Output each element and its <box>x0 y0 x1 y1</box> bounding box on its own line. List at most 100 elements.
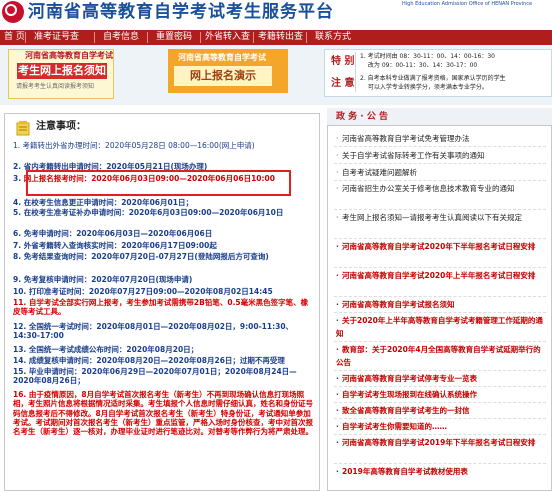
news-item[interactable]: · 河南省高等教育自学考试2020年下半年报名考试日程安排 <box>336 240 548 253</box>
notice-item-num: 15. <box>13 367 27 376</box>
nav-contact[interactable]: 联系方式 <box>315 30 351 45</box>
news-item[interactable]: · 河南省高等教育自学考试2020年上半年报名考试日程安排 <box>336 269 548 282</box>
notice-item-text: 全国统一考试时间：2020年08月01日—2020年08月02日，9:00-11… <box>13 322 294 341</box>
nav-separator <box>306 32 307 43</box>
special-notice-line: 2. 自考本科专业做满了报考资格，国家承认学历的学生 <box>360 75 506 82</box>
notice-item-num: 14. <box>13 356 27 365</box>
notice-item-num: 8. <box>13 252 22 261</box>
notice-title: 注意事项： <box>36 121 86 132</box>
notice-item-text: 在校考生信息更正申请时间：2020年06月01日； <box>23 198 193 207</box>
news-item-link[interactable]: 河南省高等教育自学考试停考专业一览表 <box>342 374 477 383</box>
notice-item: 11. 自学考试全部实行网上报考，考生参加考试需携带2B铅笔、0.5毫米黑色签字… <box>13 298 313 317</box>
news-item-link[interactable]: 2019年高等教育自学考试教材使用表 <box>342 467 468 476</box>
nav-transfer-out[interactable]: 考籍转出查 <box>258 30 303 45</box>
news-item-link[interactable]: 河南省招生办公室关于修考信息技术教育专业的通知 <box>342 184 515 193</box>
notice-item-num: 2. <box>13 162 22 171</box>
news-item-link[interactable]: 河南省高等教育自学考试2019年下半年报名考试日程安排 <box>342 438 535 447</box>
notice-item-num: 9. <box>13 275 22 284</box>
news-item-link[interactable]: 河南省高等教育自学考试免考管理办法 <box>342 134 470 143</box>
nav-admission-number[interactable]: 准考证号查 <box>34 30 79 45</box>
news-item[interactable]: · 自考考试疑难问题解析 <box>336 166 548 179</box>
notice-item-text: 全国统一考试成绩公布时间：2020年08月20日； <box>28 345 199 354</box>
news-item[interactable]: · 致全省高等教育自学考试考生的一封信 <box>336 404 548 417</box>
notice-item-text: 在校考生准考证补办申请时间：2020年6月03日09:00—2020年06月10… <box>23 208 284 217</box>
news-item[interactable]: · 关于自学考试省际转考工作有关事项的通知 <box>336 149 548 162</box>
news-item-link[interactable]: 关于自学考试省际转考工作有关事项的通知 <box>342 151 485 160</box>
news-item-link[interactable]: 关于2020年上半年高等教育自学考试考籍管理工作延期的通知 <box>336 316 543 338</box>
news-item[interactable]: · 自学考试考生你需要知道的…… <box>336 420 548 433</box>
nav-reset-password[interactable]: 重置密码 <box>156 30 192 45</box>
notice-item-num: 5. <box>13 208 22 217</box>
registration-notice-main[interactable]: 考生网上报名须知 <box>17 63 107 79</box>
notice-item-num: 12. <box>13 322 27 331</box>
news-item-link[interactable]: 致全省高等教育自学考试考生的一封信 <box>342 406 470 415</box>
news-item-link[interactable]: 自学考试考生你需要知道的…… <box>342 422 447 431</box>
news-divider <box>334 163 546 165</box>
site-logo-ring <box>5 4 17 16</box>
news-item[interactable]: · 河南省高等教育自学考试停考专业一览表 <box>336 372 548 385</box>
notice-item-num: 13. <box>13 345 27 354</box>
notice-item-num: 16. <box>13 390 27 399</box>
news-item-link[interactable]: 考生网上报名须知—请报考考生认真阅读以下有关规定 <box>342 213 522 222</box>
notice-item: 7. 外省考籍转入查询核实时间：2020年06月17日09:00起 <box>13 241 313 250</box>
nav-separator <box>25 32 26 43</box>
notice-item: 4. 在校考生信息更正申请时间：2020年06月01日； <box>13 198 313 207</box>
notice-item-text: 免考结果查询时间：2020年07月20日-07月27日(登陆网报后方可查询) <box>23 252 269 261</box>
notice-item-num: 7. <box>13 241 22 250</box>
notice-item: 6. 免考申请时间：2020年06月03日—2020年06月06日 <box>13 229 313 238</box>
news-item[interactable]: · 河南省招生办公室关于修考信息技术教育专业的通知 <box>336 182 548 195</box>
site-subtitle-en: High Education Admission Office of HENAN… <box>402 1 533 7</box>
news-item-link[interactable]: 教育部：关于2020年4月全国高等教育自学考试延期举行的公告 <box>336 345 541 367</box>
notice-item: 16. 由于疫情原因，8月自学考试首次报名考生（新考生）不再到现场确认信息打现场… <box>13 390 313 436</box>
notice-item: 13. 全国统一考试成绩公布时间：2020年08月20日； <box>13 345 313 354</box>
registration-notice-top: 河南省高等教育自学考试 <box>25 51 113 60</box>
news-item-link[interactable]: 河南省高等教育自学考试报名须知 <box>342 300 455 309</box>
notice-item-text: 免考复核申请时间：2020年07月20日(现场申请) <box>23 275 193 284</box>
news-title: 政 务 · 公 告 <box>336 112 388 122</box>
news-item-link[interactable]: 自考考试疑难问题解析 <box>342 168 417 177</box>
notice-item-num: 11. <box>13 298 27 307</box>
registration-notice-bottom: 请报考考生认真阅读报考须知 <box>16 83 95 90</box>
notice-item-num: 4. <box>13 198 22 207</box>
news-item-link[interactable]: 河南省高等教育自学考试2020年下半年报名考试日程安排 <box>342 242 535 251</box>
notice-item-num: 1. <box>13 141 21 150</box>
notice-item-text: 免考申请时间：2020年06月03日—2020年06月06日 <box>23 229 213 238</box>
special-notice-divider <box>355 52 356 92</box>
nav-transfer-in[interactable]: 外省转入查 <box>205 30 250 45</box>
nav-self-study-info[interactable]: 自考信息 <box>103 30 139 45</box>
notice-item: 10. 打印准考证时间：2020年07月27日09:00—2020年08月02日… <box>13 287 313 296</box>
news-item-link[interactable]: 河南省高等教育自学考试2020年上半年报名考试日程安排 <box>342 271 535 280</box>
news-item[interactable]: · 关于2020年上半年高等教育自学考试考籍管理工作延期的通知 <box>336 314 548 340</box>
nav-separator <box>94 32 95 43</box>
news-item[interactable]: · 河南省高等教育自学考试免考管理办法 <box>336 132 548 145</box>
main-nav: 首 页 准考证号查 自考信息 重置密码 外省转入查 考籍转出查 联系方式 <box>0 30 552 45</box>
special-notice-line: 可以入学专业转换学分，须考满本专业学分。 <box>360 84 488 91</box>
notice-item: 8. 免考结果查询时间：2020年07月20日-07月27日(登陆网报后方可查询… <box>13 252 313 261</box>
nav-separator <box>253 32 254 43</box>
news-item[interactable]: · 河南省高等教育自学考试2019年下半年报名考试日程安排 <box>336 436 548 449</box>
news-item[interactable]: · 考生网上报名须知—请报考考生认真阅读以下有关规定 <box>336 211 548 224</box>
notice-item: 9. 免考复核申请时间：2020年07月20日(现场申请) <box>13 275 313 284</box>
notice-item-text: 打印准考证时间：2020年07月27日09:00—2020年08月02日14:4… <box>28 287 273 296</box>
news-item[interactable]: · 教育部：关于2020年4月全国高等教育自学考试延期举行的公告 <box>336 343 548 369</box>
notepad-icon <box>16 121 30 136</box>
news-item-link[interactable]: 自学考试考生现场报到在线确认系统操作 <box>342 390 477 399</box>
notice-item-text: 自学考试全部实行网上报考，考生参加考试需携带2B铅笔、0.5毫米黑色签字笔、橡皮… <box>13 298 309 317</box>
nav-separator <box>200 32 201 43</box>
notice-item-num: 3. <box>13 174 22 183</box>
news-item[interactable]: · 自学考试考生现场报到在线确认系统操作 <box>336 388 548 401</box>
nav-home[interactable]: 首 页 <box>4 30 25 45</box>
notice-item-text: 考籍转出外省办理时间：2020年05月28日 08:00—16:00(网上申请) <box>22 141 255 150</box>
notice-item: 5. 在校考生准考证补办申请时间：2020年6月03日09:00—2020年06… <box>13 208 313 217</box>
notice-item: 12. 全国统一考试时间：2020年08月01日—2020年08月02日，9:0… <box>13 322 313 341</box>
news-item[interactable]: · 2019年高等教育自学考试教材使用表 <box>336 465 548 478</box>
news-item[interactable]: · 河南省高等教育自学考试报名须知 <box>336 298 548 311</box>
notice-item: 1. 考籍转出外省办理时间：2020年05月28日 08:00—16:00(网上… <box>13 141 313 150</box>
notice-item-num: 6. <box>13 229 22 238</box>
notice-item-text: 成绩复核申请时间：2020年08月20日—2020年08月26日；过期不再受理 <box>28 356 285 365</box>
special-notice-label: 特 别 <box>331 56 355 67</box>
registration-demo-main[interactable]: 网上报名演示 <box>174 66 272 86</box>
registration-demo-top: 河南省高等教育自学考试 <box>178 53 266 62</box>
news-divider <box>334 146 546 148</box>
notice-item-num: 10. <box>13 287 27 296</box>
